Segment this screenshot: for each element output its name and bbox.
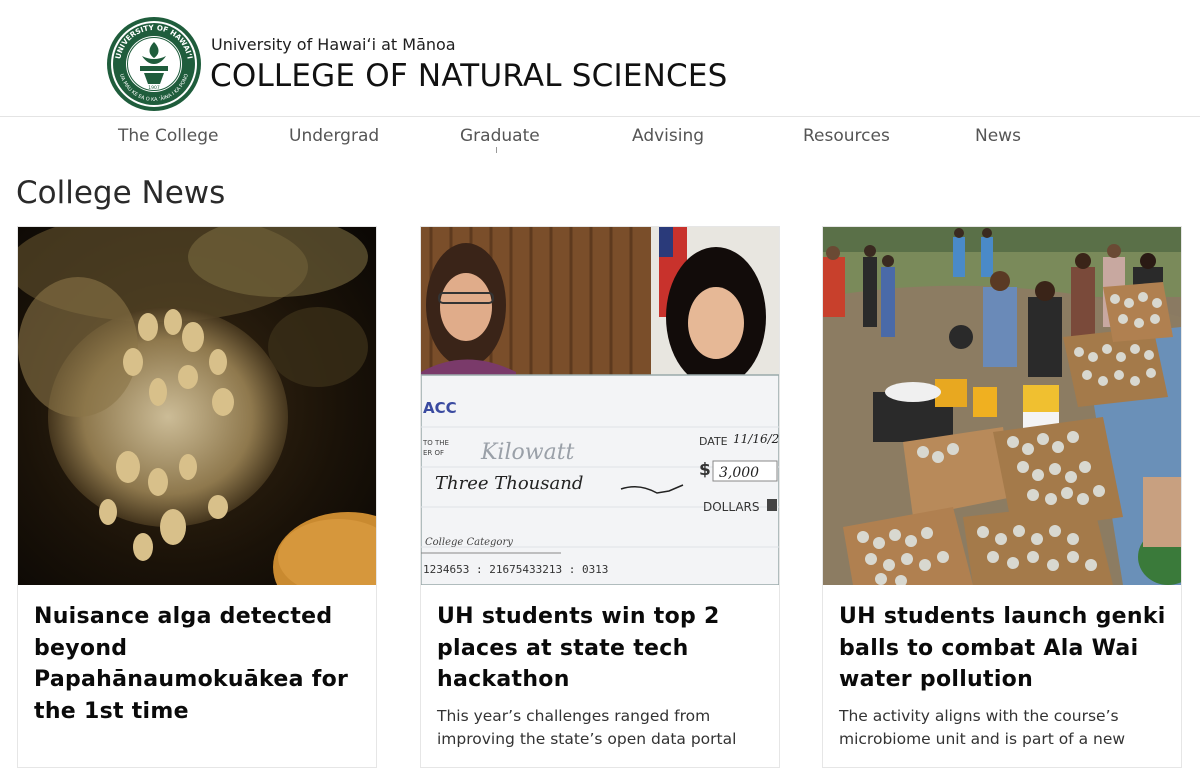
svg-text:3,000: 3,000 bbox=[719, 465, 759, 481]
news-card[interactable]: UH students launch genki balls to combat… bbox=[822, 226, 1182, 768]
svg-text:11/16/20: 11/16/20 bbox=[733, 432, 779, 446]
nav-item-resources[interactable]: Resources bbox=[803, 126, 890, 146]
svg-text:College Category: College Category bbox=[425, 537, 513, 548]
site-header: UNIVERSITY OF HAWAIʻI UA MAU KE EA O KA … bbox=[0, 0, 1200, 117]
svg-text:DATE: DATE bbox=[699, 435, 728, 448]
nav-item-advising[interactable]: Advising bbox=[632, 126, 704, 146]
main-navigation: The College Undergrad Graduate Advising … bbox=[0, 117, 1200, 157]
svg-text:Kilowatt: Kilowatt bbox=[480, 440, 575, 465]
svg-text:Three Thousand: Three Thousand bbox=[435, 473, 583, 494]
svg-text:1234653 : 21675433213 : 0313: 1234653 : 21675433213 : 0313 bbox=[423, 563, 608, 576]
card-title[interactable]: UH students launch genki balls to combat… bbox=[839, 601, 1169, 696]
news-card[interactable]: Nuisance alga detected beyond Papahānaum… bbox=[17, 226, 377, 768]
news-card[interactable]: ACC TO THE ER OF Kilowatt DATE 11/16/20 … bbox=[420, 226, 780, 768]
card-image-check-presentation[interactable]: ACC TO THE ER OF Kilowatt DATE 11/16/20 … bbox=[421, 227, 779, 585]
card-title[interactable]: Nuisance alga detected beyond Papahānaum… bbox=[34, 601, 364, 727]
nav-active-indicator bbox=[496, 147, 497, 153]
svg-text:TO THE: TO THE bbox=[422, 439, 449, 447]
card-title[interactable]: UH students win top 2 places at state te… bbox=[437, 601, 767, 696]
section-title: College News bbox=[16, 175, 226, 211]
svg-text:$: $ bbox=[699, 460, 711, 480]
svg-text:ACC: ACC bbox=[423, 399, 457, 417]
university-name[interactable]: University of Hawaiʻi at Mānoa bbox=[211, 35, 456, 54]
card-excerpt: This year’s challenges ranged from impro… bbox=[437, 707, 737, 748]
university-seal-logo[interactable]: UNIVERSITY OF HAWAIʻI UA MAU KE EA O KA … bbox=[106, 16, 202, 112]
nav-item-undergrad[interactable]: Undergrad bbox=[289, 126, 379, 146]
card-image-genki-balls[interactable] bbox=[823, 227, 1181, 585]
card-image-coral-algae[interactable] bbox=[18, 227, 376, 585]
svg-text:DOLLARS: DOLLARS bbox=[703, 500, 760, 514]
nav-item-the-college[interactable]: The College bbox=[118, 126, 218, 146]
nav-item-news[interactable]: News bbox=[975, 126, 1021, 146]
college-name[interactable]: COLLEGE OF NATURAL SCIENCES bbox=[210, 58, 728, 94]
nav-item-graduate[interactable]: Graduate bbox=[460, 126, 540, 146]
svg-text:ER OF: ER OF bbox=[423, 449, 444, 457]
svg-text:1907: 1907 bbox=[148, 85, 160, 91]
card-excerpt: The activity aligns with the course’s mi… bbox=[839, 707, 1126, 748]
